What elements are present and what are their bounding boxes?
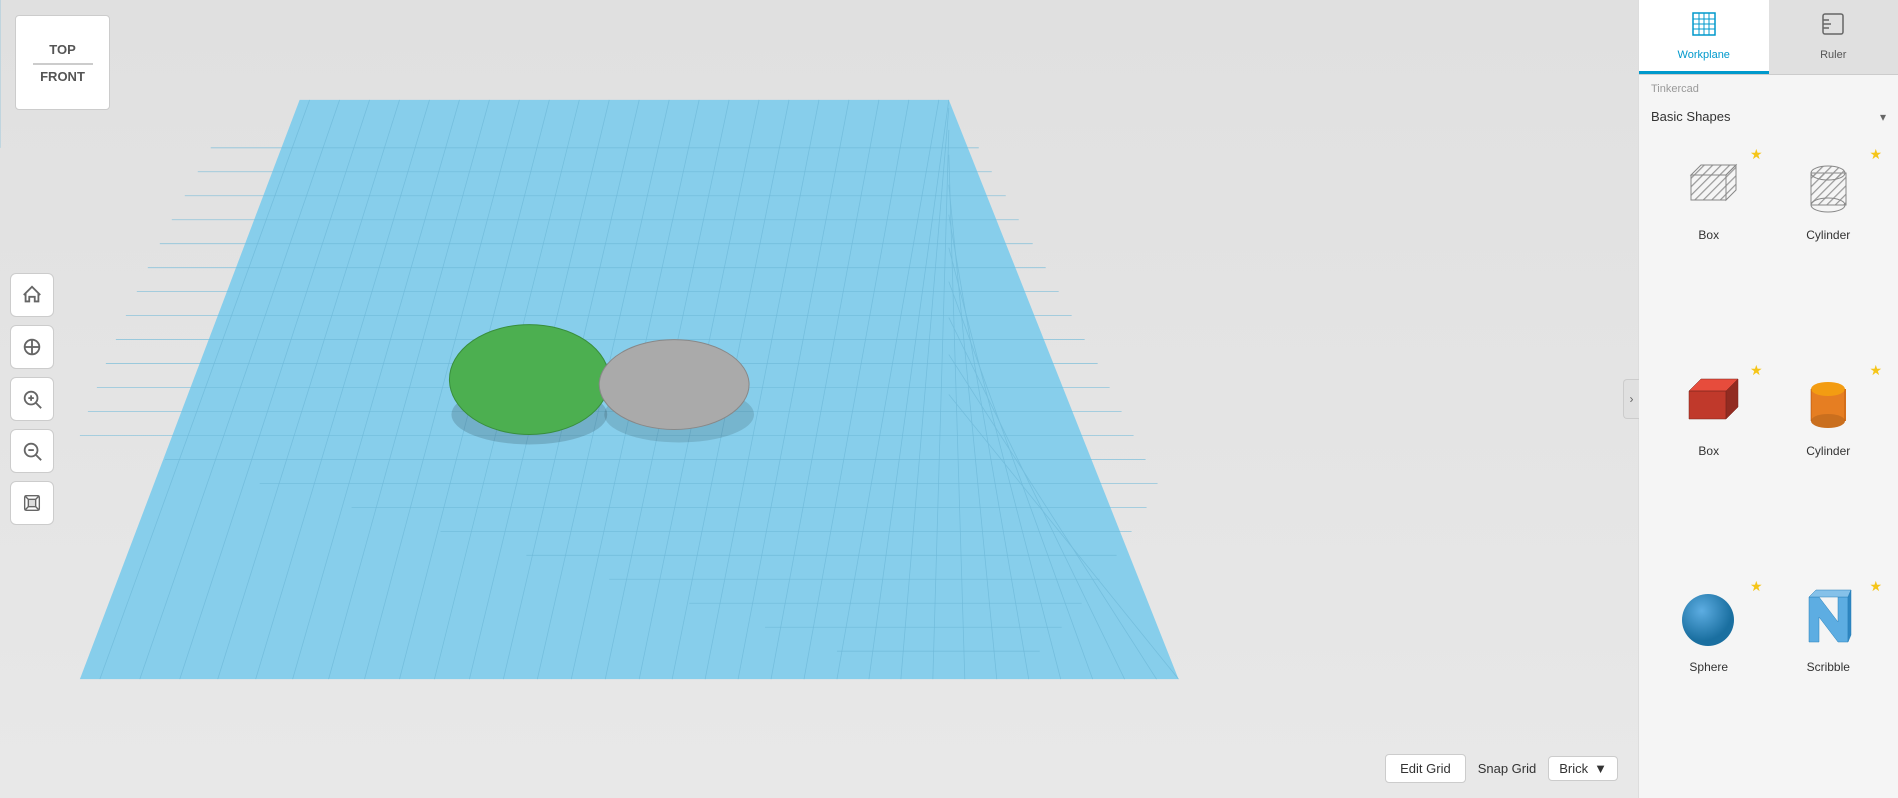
- view-cube[interactable]: TOP FRONT: [15, 15, 110, 110]
- shape-item-box-solid[interactable]: ★ Box: [1649, 356, 1769, 572]
- left-toolbar: [10, 273, 54, 525]
- star-icon-sphere[interactable]: ★: [1750, 578, 1763, 595]
- shapes-grid: ★ Box: [1639, 130, 1898, 798]
- shape-label-scribble: Scribble: [1807, 660, 1850, 674]
- perspective-button[interactable]: [10, 481, 54, 525]
- collapse-handle[interactable]: ›: [1623, 379, 1639, 419]
- shape-visual-cylinder-hole: [1788, 152, 1868, 222]
- zoom-out-button[interactable]: [10, 429, 54, 473]
- shape-visual-box-solid: [1669, 368, 1749, 438]
- bottom-bar: Edit Grid Snap Grid Brick ▼: [1385, 754, 1618, 783]
- snap-grid-dropdown[interactable]: Brick ▼: [1548, 756, 1618, 781]
- gray-disk-object: [599, 340, 754, 443]
- shape-category-name: Basic Shapes: [1651, 109, 1731, 124]
- shape-label-cylinder-solid: Cylinder: [1806, 444, 1850, 458]
- right-panel: › Workplane: [1638, 0, 1898, 798]
- shape-label-cylinder-hole: Cylinder: [1806, 228, 1850, 242]
- tab-workplane[interactable]: Workplane: [1639, 0, 1769, 74]
- star-icon-scribble[interactable]: ★: [1869, 578, 1882, 595]
- shape-category-provider: Tinkercad: [1639, 75, 1898, 103]
- workplane-icon: [1690, 10, 1718, 44]
- snap-grid-arrow: ▼: [1594, 761, 1607, 776]
- shape-item-cylinder-solid[interactable]: ★ Cylinder: [1769, 356, 1889, 572]
- tab-ruler[interactable]: Ruler: [1769, 0, 1898, 74]
- home-button[interactable]: [10, 273, 54, 317]
- shape-label-box-solid: Box: [1698, 444, 1719, 458]
- tab-ruler-label: Ruler: [1820, 49, 1846, 61]
- tab-workplane-label: Workplane: [1678, 49, 1730, 61]
- top-tabs: Workplane Ruler: [1639, 0, 1898, 75]
- snap-grid-label: Snap Grid: [1478, 761, 1537, 776]
- star-icon-box-hole[interactable]: ★: [1750, 146, 1763, 163]
- star-icon-cylinder-hole[interactable]: ★: [1869, 146, 1882, 163]
- shape-item-scribble[interactable]: ★ Scribble: [1769, 572, 1889, 788]
- shape-visual-cylinder-solid: [1788, 368, 1868, 438]
- star-icon-cylinder-solid[interactable]: ★: [1869, 362, 1882, 379]
- snap-grid-value: Brick: [1559, 761, 1588, 776]
- shape-visual-sphere: [1669, 584, 1749, 654]
- shape-item-sphere[interactable]: ★ Sphere: [1649, 572, 1769, 788]
- ruler-icon: [1819, 10, 1847, 44]
- shape-category-arrow[interactable]: ▾: [1880, 110, 1886, 124]
- zoom-in-button[interactable]: [10, 377, 54, 421]
- shape-category-row: Basic Shapes ▾: [1639, 103, 1898, 130]
- fit-all-button[interactable]: [10, 325, 54, 369]
- shape-label-box-hole: Box: [1698, 228, 1719, 242]
- shape-visual-box-hole: [1669, 152, 1749, 222]
- star-icon-box-solid[interactable]: ★: [1750, 362, 1763, 379]
- shape-item-cylinder-hole[interactable]: ★ Cylinder: [1769, 140, 1889, 356]
- shape-item-box-hole[interactable]: ★ Box: [1649, 140, 1769, 356]
- viewport: TOP FRONT: [0, 0, 1638, 798]
- edit-grid-button[interactable]: Edit Grid: [1385, 754, 1466, 783]
- view-cube-top-label: TOP: [49, 42, 76, 57]
- shape-label-sphere: Sphere: [1689, 660, 1728, 674]
- shape-visual-scribble: [1788, 584, 1868, 654]
- grid-canvas: [0, 0, 1638, 797]
- view-cube-front-label: FRONT: [40, 69, 85, 84]
- green-disk-object: [449, 325, 609, 445]
